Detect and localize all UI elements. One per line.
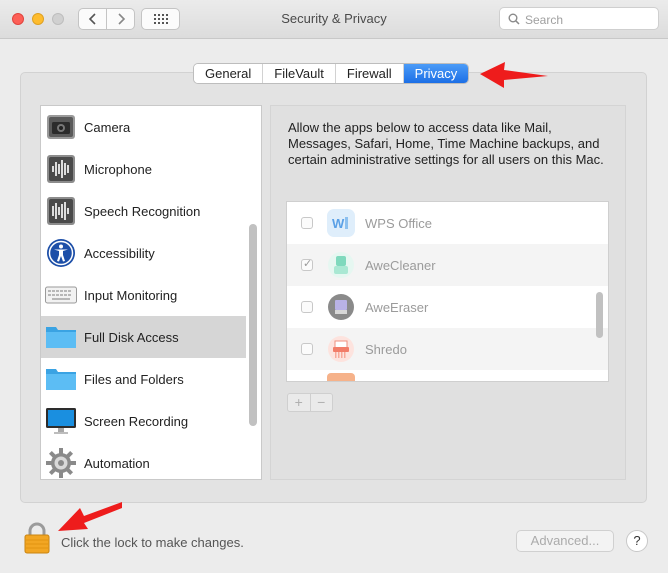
sidebar-item-label: Speech Recognition [84, 203, 201, 219]
title-bar: Security & Privacy [0, 0, 668, 39]
checkmark-icon: ✓ [303, 258, 313, 270]
sidebar-item-label: Accessibility [84, 245, 155, 261]
tab-bar: General FileVault Firewall Privacy [193, 63, 470, 84]
microphone-icon [45, 153, 77, 185]
folder-icon [45, 321, 77, 353]
add-app-button[interactable]: + [288, 394, 311, 411]
sidebar-item-label: Input Monitoring [84, 287, 178, 303]
sidebar-item-speech-recognition[interactable]: Speech Recognition [41, 190, 246, 232]
aweeraser-icon [327, 293, 355, 321]
app-name: WPS Office [365, 215, 432, 231]
sidebar-scrollbar[interactable] [249, 224, 257, 426]
tab-filevault[interactable]: FileVault [263, 64, 336, 83]
sidebar-item-screen-recording[interactable]: Screen Recording [41, 400, 246, 442]
sidebar-item-files-and-folders[interactable]: Files and Folders [41, 358, 246, 400]
speech-recognition-icon [45, 195, 77, 227]
sidebar-item-label: Camera [84, 119, 131, 135]
sidebar-item-label: Files and Folders [84, 371, 184, 387]
sidebar-item-input-monitoring[interactable]: Input Monitoring [41, 274, 246, 316]
tab-general[interactable]: General [194, 64, 264, 83]
app-name: AweEraser [365, 299, 429, 315]
app-partial-icon [327, 373, 355, 381]
privacy-category-list[interactable]: Camera Microphone Speech Recognition Acc… [40, 105, 262, 480]
search-field[interactable] [499, 7, 659, 30]
gear-icon [45, 447, 77, 479]
camera-icon [45, 111, 77, 143]
sidebar-item-automation[interactable]: Automation [41, 442, 246, 479]
keyboard-icon [45, 279, 77, 311]
app-row-aweeraser[interactable]: AweEraser [287, 286, 608, 328]
list-item [287, 370, 608, 381]
annotation-arrow-icon [58, 502, 122, 531]
app-row-awecleaner[interactable]: ✓ AweCleaner [287, 244, 608, 286]
app-list-scrollbar[interactable] [596, 292, 603, 338]
app-row-wps-office[interactable]: W WPS Office [287, 202, 608, 244]
app-checkbox[interactable] [301, 343, 313, 355]
folder-icon [45, 363, 77, 395]
remove-app-button[interactable]: − [311, 394, 333, 411]
sidebar-item-label: Full Disk Access [84, 329, 179, 345]
advanced-button[interactable]: Advanced... [516, 530, 614, 552]
sidebar-item-label: Screen Recording [84, 413, 189, 429]
app-checkbox[interactable] [301, 217, 313, 229]
accessibility-icon [45, 237, 77, 269]
awecleaner-icon [327, 251, 355, 279]
sidebar-item-label: Automation [84, 455, 150, 471]
app-name: AweCleaner [365, 257, 436, 273]
shredo-icon [327, 335, 355, 363]
lock-icon [24, 522, 50, 554]
app-row-shredo[interactable]: Shredo [287, 328, 608, 370]
app-checkbox[interactable]: ✓ [301, 258, 313, 271]
app-checkbox[interactable] [301, 301, 313, 313]
sidebar-item-accessibility[interactable]: Accessibility [41, 232, 246, 274]
annotation-arrow-icon [480, 62, 548, 88]
sidebar-item-full-disk-access[interactable]: Full Disk Access [41, 316, 246, 358]
app-list[interactable]: W WPS Office ✓ AweCleaner AweEraser Shre… [286, 201, 609, 382]
app-name: Shredo [365, 341, 407, 357]
sidebar-item-microphone[interactable]: Microphone [41, 148, 246, 190]
wps-office-icon: W [327, 209, 355, 237]
tab-privacy[interactable]: Privacy [403, 64, 469, 83]
tab-firewall[interactable]: Firewall [335, 64, 404, 83]
search-icon [508, 13, 520, 25]
sidebar-item-label: Microphone [84, 161, 152, 177]
svg-text:W: W [332, 216, 345, 231]
access-description: Allow the apps below to access data like… [288, 120, 604, 167]
help-button[interactable]: ? [626, 530, 648, 552]
display-icon [45, 405, 77, 437]
lock-status-text: Click the lock to make changes. [61, 535, 244, 550]
sidebar-item-camera[interactable]: Camera [41, 106, 246, 148]
lock-button[interactable] [24, 522, 50, 557]
add-remove-control: + − [287, 393, 333, 412]
search-input[interactable] [523, 10, 657, 29]
